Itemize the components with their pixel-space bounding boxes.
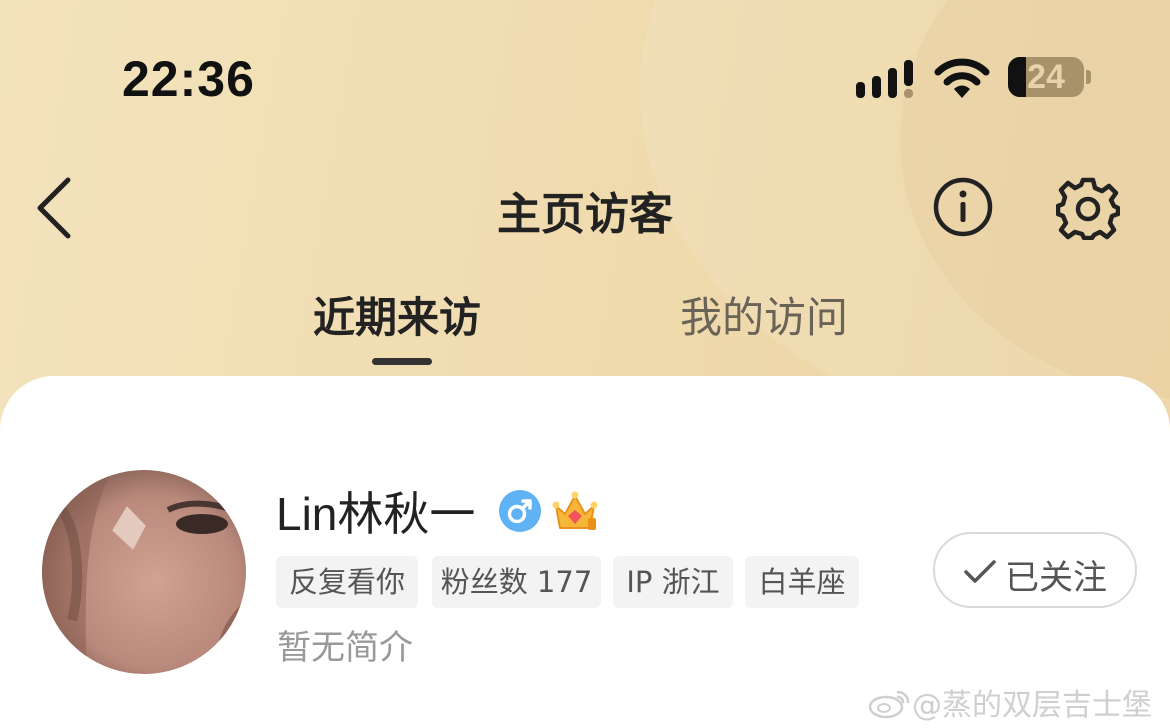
tag-visited-repeatedly: 反复看你 (276, 556, 418, 608)
tag-follower-count: 粉丝数 177 (432, 556, 601, 608)
cellular-signal-icon (856, 60, 913, 98)
battery-icon: 24 (1008, 57, 1084, 97)
watermark-text: @蒸的双层吉士堡 (912, 688, 1152, 723)
wifi-icon (934, 58, 990, 98)
active-tab-indicator (372, 358, 432, 365)
status-time: 22:36 (122, 51, 255, 107)
avatar[interactable] (42, 470, 246, 674)
battery-tip (1086, 70, 1091, 84)
tag-ip-location: IP 浙江 (613, 556, 733, 608)
male-icon (499, 490, 541, 532)
weibo-watermark: @蒸的双层吉士堡 (866, 680, 1152, 724)
visitor-username[interactable]: Lin林秋一 (276, 478, 475, 544)
tag-zodiac: 白羊座 (745, 556, 859, 608)
page-title: 主页访客 (497, 189, 673, 240)
following-button[interactable]: 已关注 (933, 532, 1137, 608)
tab-recent-visits[interactable]: 近期来访 (313, 284, 481, 345)
tab-my-visits[interactable]: 我的访问 (680, 284, 848, 345)
settings-gear-icon[interactable] (1056, 176, 1120, 240)
crown-icon (552, 491, 598, 530)
checkmark-icon (964, 560, 996, 583)
visitor-bio: 暂无简介 (277, 628, 413, 668)
weibo-logo-icon (868, 690, 910, 719)
info-icon[interactable] (932, 176, 994, 238)
following-label: 已关注 (1005, 558, 1107, 598)
battery-percentage: 24 (1027, 58, 1065, 96)
